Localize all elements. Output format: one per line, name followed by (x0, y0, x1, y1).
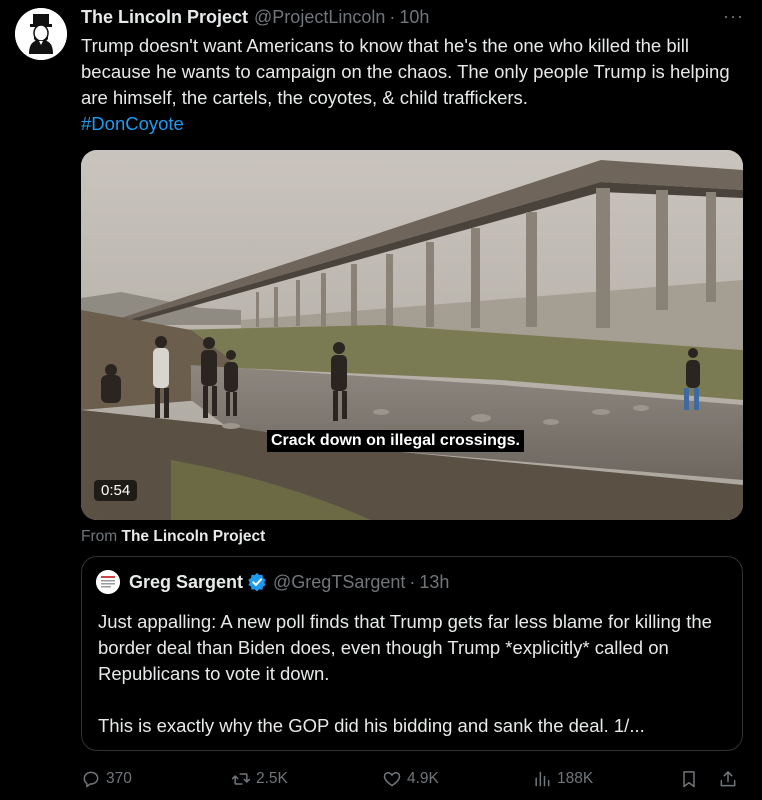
tweet-timestamp[interactable]: 10h (399, 7, 429, 28)
from-source-link[interactable]: The Lincoln Project (121, 528, 265, 545)
reply-icon (83, 771, 99, 788)
quote-text: Just appalling: A new poll finds that Tr… (98, 611, 712, 736)
quote-separator-dot: · (409, 571, 416, 592)
like-button[interactable]: 4.9K (382, 766, 439, 792)
views-chart-icon (535, 771, 550, 787)
reply-button[interactable]: 370 (81, 766, 132, 792)
quote-author-handle: @GregTSargent (273, 571, 406, 592)
more-options-icon[interactable]: ··· (723, 6, 744, 27)
video-player[interactable] (81, 150, 743, 520)
views-count: 188K (557, 770, 594, 787)
tweet-body: Trump doesn't want Americans to know tha… (81, 35, 730, 108)
quote-author-name: Greg Sargent (129, 571, 244, 592)
heart-icon (383, 772, 401, 787)
like-count: 4.9K (407, 770, 439, 787)
views-button[interactable]: 188K (532, 766, 593, 792)
repost-count: 2.5K (256, 770, 288, 787)
lincoln-portrait-icon (15, 8, 67, 60)
quote-timestamp: 13h (419, 571, 450, 592)
separator-dot: · (389, 6, 396, 27)
video-thumbnail (81, 150, 743, 520)
share-button[interactable] (718, 766, 743, 792)
video-duration: 0:54 (94, 480, 138, 501)
quote-header: Greg Sargent @GregTSargent · 13h (129, 570, 449, 594)
author-avatar[interactable] (15, 8, 67, 60)
bookmark-button[interactable] (679, 766, 704, 792)
share-icon (720, 771, 736, 787)
quote-author-avatar (96, 570, 120, 594)
verified-badge-icon (248, 572, 266, 592)
tweet-text: Trump doesn't want Americans to know tha… (81, 33, 743, 137)
bookmark-icon (683, 771, 695, 788)
quoted-tweet[interactable]: Greg Sargent @GregTSargent · 13h Just ap… (81, 556, 743, 751)
reply-count: 370 (106, 770, 132, 787)
repost-button[interactable]: 2.5K (231, 766, 288, 792)
tweet-actions-bar: 370 2.5K 4.9K 188K (81, 766, 743, 792)
author-name[interactable]: The Lincoln Project (81, 7, 248, 28)
video-source: From The Lincoln Project (81, 528, 265, 546)
author-handle[interactable]: @ProjectLincoln (254, 7, 385, 28)
hashtag-link[interactable]: #DonCoyote (81, 111, 743, 137)
tweet-header: The Lincoln Project @ProjectLincoln · 10… (81, 4, 742, 30)
from-prefix: From (81, 528, 118, 545)
video-caption: Crack down on illegal crossings. (267, 430, 524, 452)
newspaper-avatar-icon (96, 570, 120, 594)
repost-icon (231, 773, 251, 785)
